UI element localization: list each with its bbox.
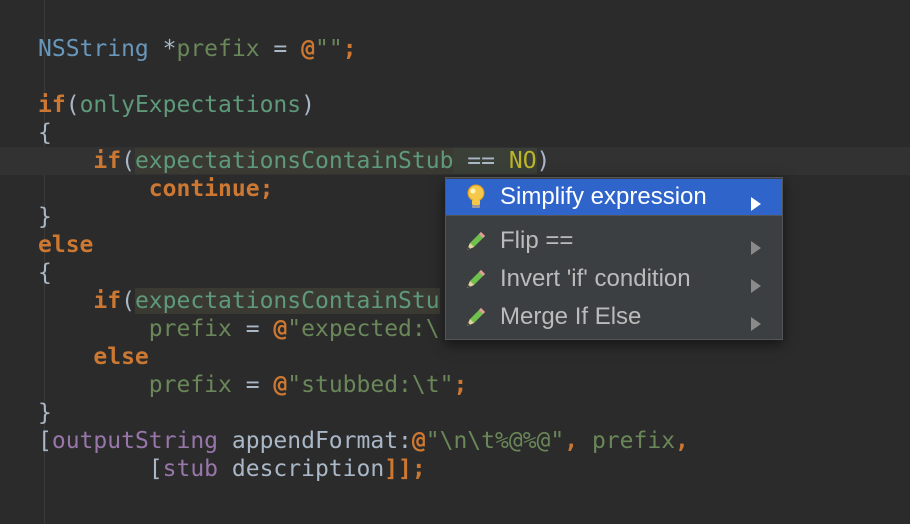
string-token: "stubbed:\t" xyxy=(287,372,454,398)
semicolon-token: ; xyxy=(259,176,274,202)
brace-token: } xyxy=(38,204,52,230)
menu-item-invert-if[interactable]: Invert 'if' condition xyxy=(446,261,782,297)
at-token: @ xyxy=(273,372,288,398)
submenu-arrow-icon xyxy=(750,310,762,331)
brace-token: { xyxy=(38,120,52,146)
paren-token: ) xyxy=(536,148,551,174)
string-token: "expected:\ xyxy=(287,316,440,342)
string-token: "" xyxy=(314,36,343,62)
code-line-11[interactable]: else xyxy=(38,343,149,371)
variable-token: expectationsContainStu xyxy=(134,288,440,314)
code-line-3[interactable]: { xyxy=(38,119,52,147)
code-line-10[interactable]: prefix = @"expected:\ xyxy=(38,315,440,343)
code-line-15[interactable]: [stub description]]; xyxy=(38,455,426,483)
paren-token: ) xyxy=(301,92,315,118)
menu-item-merge-if-else[interactable]: Merge If Else xyxy=(446,299,782,335)
paren-token: ( xyxy=(121,148,135,174)
code-line-12[interactable]: prefix = @"stubbed:\t"; xyxy=(38,371,468,399)
code-line-13[interactable]: } xyxy=(38,399,52,427)
comma-token: , xyxy=(675,428,689,454)
code-line-14[interactable]: [outputString appendFormat:@"\n\t%@%@", … xyxy=(38,427,689,455)
identifier-token: prefix xyxy=(176,36,260,62)
submenu-arrow-icon xyxy=(750,190,762,211)
identifier-token: prefix xyxy=(148,372,232,398)
type-token: NSString xyxy=(38,36,149,62)
code-line-9[interactable]: if(expectationsContainStu xyxy=(38,287,440,315)
brace-token: { xyxy=(38,260,52,286)
constant-token: NO xyxy=(508,148,537,174)
string-token: "\n\t%@%@" xyxy=(425,428,565,454)
bracket-token: ]]; xyxy=(384,456,426,482)
keyword-token: if xyxy=(38,92,66,118)
operator-token: == xyxy=(453,148,509,174)
pencil-icon xyxy=(462,303,490,331)
variable-token: expectationsContainStub xyxy=(134,148,454,174)
keyword-token: else xyxy=(93,344,149,370)
message-token: description xyxy=(218,456,385,482)
menu-item-label: Flip == xyxy=(500,227,574,254)
keyword-token: else xyxy=(38,232,94,258)
lightbulb-icon xyxy=(462,183,490,211)
paren-token: ( xyxy=(121,288,135,314)
operator-token: = xyxy=(231,316,274,342)
receiver-token: outputString xyxy=(51,428,219,454)
menu-separator xyxy=(446,215,782,216)
code-line-5[interactable]: continue; xyxy=(38,175,274,203)
at-token: @ xyxy=(411,428,426,454)
menu-item-label: Simplify expression xyxy=(500,183,707,210)
menu-item-flip[interactable]: Flip == xyxy=(446,223,782,259)
message-token: appendFormat: xyxy=(218,428,412,454)
code-line-8[interactable]: { xyxy=(38,259,52,287)
operator-token: = xyxy=(231,372,274,398)
menu-item-simplify-expression[interactable]: Simplify expression xyxy=(446,179,782,215)
at-token: @ xyxy=(301,36,315,62)
paren-token: ( xyxy=(65,92,80,118)
brace-token: } xyxy=(38,400,52,426)
identifier-token: prefix xyxy=(591,428,676,454)
bracket-token: [ xyxy=(38,428,52,454)
bracket-token: [ xyxy=(148,456,163,482)
at-token: @ xyxy=(273,316,288,342)
keyword-token: if xyxy=(93,148,122,174)
keyword-token: continue xyxy=(148,176,260,202)
keyword-token: if xyxy=(93,288,122,314)
code-line-2[interactable]: if(onlyExpectations) xyxy=(38,91,315,119)
receiver-token: stub xyxy=(162,456,219,482)
code-line-1[interactable]: NSString *prefix = @""; xyxy=(38,35,357,63)
menu-item-label: Merge If Else xyxy=(500,303,642,330)
operator-token: = xyxy=(259,36,302,62)
submenu-arrow-icon xyxy=(750,234,762,255)
menu-item-label: Invert 'if' condition xyxy=(500,265,691,292)
semicolon-token: ; xyxy=(342,36,357,62)
comma-token: , xyxy=(564,428,592,454)
intention-actions-popup: Simplify expression Flip == Invert 'if' … xyxy=(445,177,783,340)
semicolon-token: ; xyxy=(453,372,468,398)
code-line-7[interactable]: else xyxy=(38,231,93,259)
code-line-6[interactable]: } xyxy=(38,203,52,231)
pencil-icon xyxy=(462,265,490,293)
identifier-token: prefix xyxy=(148,316,232,342)
submenu-arrow-icon xyxy=(750,272,762,293)
variable-token: onlyExpectations xyxy=(79,92,302,118)
pencil-icon xyxy=(462,227,490,255)
pointer-token: * xyxy=(148,36,177,62)
code-line-4[interactable]: if(expectationsContainStub == NO) xyxy=(38,147,550,175)
